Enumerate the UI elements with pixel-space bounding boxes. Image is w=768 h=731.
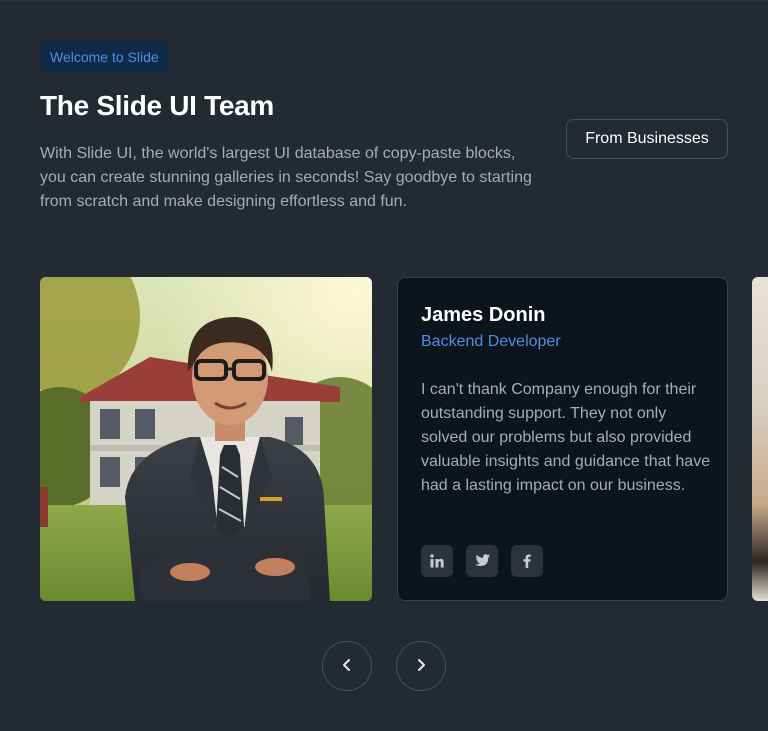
carousel-next-button[interactable]	[396, 641, 446, 691]
team-member-photo	[40, 277, 372, 601]
twitter-icon[interactable]	[466, 545, 498, 577]
chevron-left-icon	[341, 658, 353, 675]
member-name: James Donin	[421, 304, 546, 326]
chevron-right-icon	[415, 658, 427, 675]
from-businesses-button[interactable]: From Businesses	[566, 119, 728, 159]
welcome-badge: Welcome to Slide	[40, 41, 169, 73]
next-slide-peek[interactable]	[752, 277, 768, 601]
social-links	[421, 545, 543, 577]
page-title: The Slide UI Team	[40, 90, 274, 121]
linkedin-icon[interactable]	[421, 545, 453, 577]
facebook-icon[interactable]	[511, 545, 543, 577]
team-member-card: James Donin Backend Developer I can't th…	[397, 277, 728, 601]
page-description: With Slide UI, the world's largest UI da…	[40, 145, 532, 210]
member-quote: I can't thank Company enough for their o…	[421, 381, 711, 494]
carousel-prev-button[interactable]	[322, 641, 372, 691]
member-role: Backend Developer	[421, 333, 561, 350]
